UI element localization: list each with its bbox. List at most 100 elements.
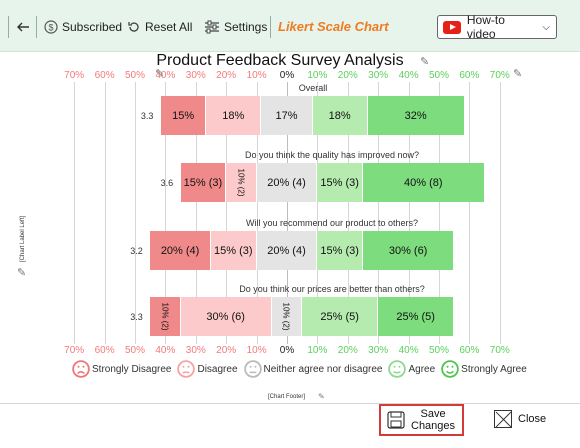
bar-segment: 15% (3) [211,231,257,270]
bar-segment: 20% (4) [256,163,318,202]
toolbar-separator [8,16,9,38]
bar-segment: 15% (3) [180,163,227,202]
bar-segment: 15% (3) [317,163,363,202]
segment-value-label: 20% (4) [160,244,200,257]
segment-value-label: 30% (6) [388,244,428,257]
axis-tick-label: 0% [279,70,295,81]
axis-tick-label: 70% [64,70,85,81]
edit-axis-pencil-icon[interactable]: ✎ [155,67,164,80]
chart-title[interactable]: Product Feedback Survey Analysis [0,52,580,70]
settings-label: Settings [224,20,268,34]
mean-score-label: 3.6 [160,178,174,188]
axis-tick-label: 50% [124,70,145,81]
segment-value-label: 10% (2) [160,302,170,331]
legend-item[interactable]: Strongly Disagree [72,360,171,378]
grid-line [469,82,471,344]
bar-segment: 20% (4) [256,231,318,270]
close-label: Close [518,413,547,425]
reset-all-button[interactable]: Reset All [127,17,192,37]
grid-line [135,82,136,344]
axis-tick-label: 70% [489,345,510,356]
save-changes-button[interactable]: Save Changes [379,404,464,436]
bar-segment: 15% [160,96,207,135]
toolbar-separator [270,16,271,38]
axis-tick-label: 10% [246,70,267,81]
neutral-face-icon [243,360,262,378]
segment-value-label: 30% (6) [206,310,245,323]
axis-tick-label: 30% [185,345,206,356]
grid-line [499,82,501,344]
axis-tick-label: 50% [428,345,449,356]
bar-segment: 18% [312,96,368,135]
sad-face-icon [72,360,90,378]
legend-item[interactable]: Neither agree nor disagree [243,360,383,378]
chart-footer-label[interactable]: [Chart Footer] [268,394,305,400]
axis-tick-label: 30% [368,70,389,81]
segment-value-label: 20% (4) [267,244,306,257]
toolbar-separator [36,16,37,38]
bar-segment: 30% (6) [180,297,272,336]
legend-item[interactable]: Agree [388,360,435,378]
legend-label: Neither agree nor disagree [263,363,383,375]
edit-footer-pencil-icon[interactable]: ✎ [318,392,325,401]
edit-axis-pencil-icon[interactable]: ✎ [513,67,522,80]
segment-value-label: 17% [275,109,298,122]
settings-sliders-icon [205,20,219,34]
how-to-video-label: How-to video [466,13,505,41]
chart-label-left[interactable]: [Chart Label Left] [20,216,26,262]
axis-tick-label: 30% [185,70,206,81]
close-icon [494,410,512,428]
mean-score-label: 3.3 [140,111,154,121]
bar-segment: 25% (5) [302,297,379,336]
segment-value-label: 18% [222,109,245,122]
subscribed-label: Subscribed [62,20,123,34]
how-to-video-dropdown[interactable]: How-to video ⌵ [437,13,557,41]
bar-segment: 20% (4) [150,231,211,270]
edit-left-label-pencil-icon[interactable]: ✎ [17,266,26,279]
segment-value-label: 25% (5) [396,310,435,323]
legend-item[interactable]: Disagree [177,360,238,378]
bar-segment: 18% [206,96,262,135]
axis-tick-label: 30% [368,345,389,356]
axis-tick-label: 20% [337,345,358,356]
axis-tick-label: 20% [216,70,237,81]
chart-legend: Strongly Disagree Disagree Neither agree n… [72,360,527,378]
segment-value-label: 25% (5) [320,310,359,323]
save-floppy-icon [387,411,405,429]
back-button[interactable] [16,17,30,37]
legend-label: Strongly Agree [461,363,527,375]
axis-tick-label: 10% [307,345,328,356]
segment-value-label: 40% (8) [404,176,443,189]
bar-segment: 40% (8) [363,163,485,202]
segment-value-label: 10% (2) [236,168,246,197]
bar-segment: 10% (2) [271,297,303,336]
chevron-down-icon: ⌵ [542,21,550,33]
close-button[interactable]: Close [494,410,546,428]
grid-line [104,82,106,344]
legend-item[interactable]: Strongly Agree [441,360,527,378]
svg-text:$: $ [48,23,53,33]
mean-score-label: 3.3 [130,312,143,322]
segment-value-label: 18% [328,109,351,122]
grid-line [74,82,76,344]
question-label: Do you think the quality has improved no… [244,150,420,160]
youtube-icon [443,20,461,34]
edit-title-pencil-icon[interactable]: ✎ [420,55,429,68]
segment-value-label: 15% (3) [214,244,253,257]
reset-icon [128,22,139,32]
segment-value-label: 15% (3) [320,176,359,189]
bar-segment: 15% (3) [317,231,363,270]
subscribed-button[interactable]: $ Subscribed [44,17,122,37]
segment-value-label: 15% [172,109,195,122]
axis-tick-label: 40% [155,345,176,356]
settings-button[interactable]: Settings [204,17,267,37]
toolbar: $ Subscribed Reset All Settings Likert S… [0,0,580,52]
bar-segment: 17% [261,96,313,135]
axis-tick-label: 40% [398,70,419,81]
axis-tick-label: 60% [94,345,115,356]
legend-label: Agree [408,363,436,375]
segment-value-label: 20% (4) [267,176,306,189]
bar-segment: 30% (6) [363,231,455,270]
bar-segment: 10% (2) [226,163,257,202]
save-label-line1: Save [420,408,446,420]
